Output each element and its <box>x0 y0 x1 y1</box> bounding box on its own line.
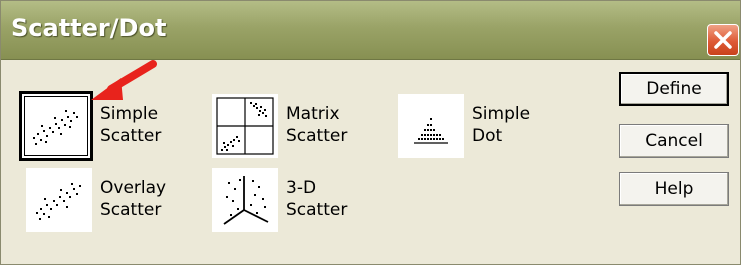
overlay-scatter-icon <box>36 183 81 220</box>
simple-dot-thumbnail[interactable] <box>398 94 464 158</box>
title-bar[interactable]: Scatter/Dot <box>1 1 740 60</box>
3d-scatter-thumbnail[interactable] <box>212 168 278 232</box>
define-button[interactable]: Define <box>619 72 729 106</box>
window-title: Scatter/Dot <box>11 14 167 42</box>
simple-scatter-label-line2: Scatter <box>100 126 162 146</box>
scatter-dot-dialog: Scatter/Dot Simple Scatter Matrix Scatte… <box>0 0 741 265</box>
simple-dot-icon <box>414 118 448 144</box>
3d-scatter-label-line1: 3-D <box>286 178 317 198</box>
close-button[interactable] <box>707 24 739 56</box>
matrix-scatter-thumbnail[interactable] <box>212 94 278 158</box>
matrix-scatter-label-line2: Scatter <box>286 126 348 146</box>
matrix-scatter-icon <box>216 97 274 155</box>
simple-dot-label-line1: Simple <box>472 104 531 124</box>
overlay-scatter-label-line2: Scatter <box>100 200 162 220</box>
close-icon <box>714 31 732 49</box>
simple-dot-label-line2: Dot <box>472 126 503 146</box>
overlay-scatter-thumbnail[interactable] <box>26 168 92 232</box>
cancel-button[interactable]: Cancel <box>619 124 729 158</box>
red-arrow-annotation <box>91 60 157 100</box>
matrix-scatter-label-line1: Matrix <box>286 104 340 124</box>
help-button[interactable]: Help <box>619 172 729 206</box>
3d-scatter-label-line2: Scatter <box>286 200 348 220</box>
overlay-scatter-label-line1: Overlay <box>100 178 167 198</box>
3d-scatter-icon <box>223 176 269 225</box>
